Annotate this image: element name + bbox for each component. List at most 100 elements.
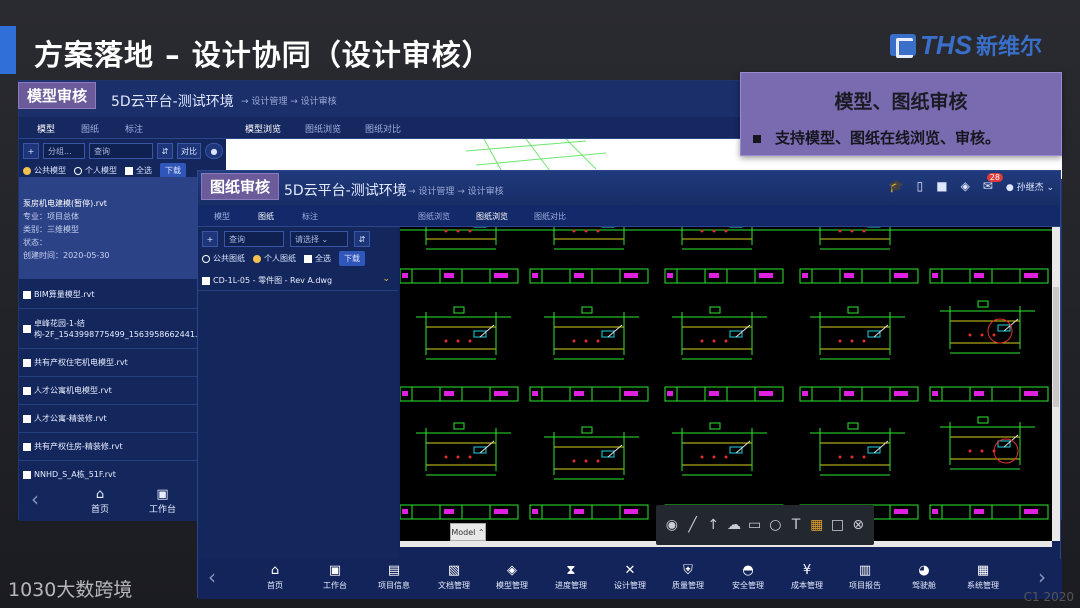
viewer-tab-drawing-compare[interactable]: 图纸对比 [534, 211, 566, 222]
cube-icon[interactable]: ◈ [961, 179, 970, 193]
cube-icon: ◈ [507, 563, 517, 578]
header-actions: 🎓 ▯ ■ ◈ ✉ 28 ● 孙继杰 ⌄ [889, 173, 1054, 193]
nav-models[interactable]: ◈ 模型管理 [487, 562, 537, 591]
document-icon: ▧ [447, 563, 461, 578]
review-callout: 模型、图纸审核 支持模型、图纸在线浏览、审核。 [740, 72, 1062, 156]
viewer-tab-model-browse[interactable]: 模型浏览 [245, 122, 281, 135]
markup-toolbar: ◉ ╱ ↑ ☁ ▭ ○ T ▦ □ ⊗ [656, 505, 874, 545]
logo-mark-icon [889, 34, 916, 58]
toggle-switch[interactable]: ● [205, 143, 223, 159]
logo-text: THS [919, 29, 972, 60]
cad-drawing-canvas [400, 227, 1052, 520]
color-palette-icon[interactable]: ▦ [809, 517, 825, 533]
nav-schedule[interactable]: ⧗ 进度管理 [546, 562, 596, 591]
cad-vertical-scrollbar[interactable] [1052, 227, 1060, 541]
video-icon[interactable]: ■ [936, 179, 947, 193]
drawing-file-item[interactable]: CD-1L-05 - 零件图 - Rev A.dwg ⌄ [198, 271, 398, 291]
prev-arrow-icon[interactable]: ‹ [208, 565, 216, 589]
chevron-down-icon[interactable]: ⌄ [382, 274, 390, 284]
notification-icon[interactable]: ✉ 28 [983, 173, 1003, 193]
mobile-icon[interactable]: ▯ [917, 179, 924, 193]
logo-cn: 新维尔 [975, 35, 1042, 60]
front-sidebar: + 查询 请选择 ⌄ ⇵ 公共图纸 个人图纸 全选 下载 CD-1L-05 - … [198, 227, 398, 559]
next-arrow-icon[interactable]: › [1038, 565, 1046, 589]
eye-icon[interactable]: ◉ [664, 517, 680, 533]
nav-workbench[interactable]: ▣ 工作台 [149, 487, 176, 515]
back-radio-row: 公共模型 个人模型 全选 下载 [23, 163, 186, 178]
graduation-icon[interactable]: 🎓 [889, 179, 904, 193]
home-icon: ⌂ [270, 563, 280, 578]
tab-markup[interactable]: 标注 [125, 122, 143, 135]
viewer-tab-model-browse[interactable]: 图纸浏览 [418, 211, 450, 222]
nav-project-info[interactable]: ▤ 项目信息 [369, 562, 419, 591]
nav-home[interactable]: ⌂ 首页 [91, 487, 109, 515]
tab-markup[interactable]: 标注 [302, 211, 318, 222]
report-icon: ▥ [858, 563, 872, 578]
radio-public-drawing[interactable]: 公共图纸 [202, 253, 245, 264]
close-circle-icon[interactable]: ⊗ [850, 517, 866, 533]
viewer-tab-drawing-browse[interactable]: 图纸浏览 [476, 211, 508, 222]
sort-button[interactable]: ⇵ [157, 143, 173, 159]
back-toolbar: + 分组... 查询 ⇵ 对比 ● [23, 143, 223, 159]
file-major: 专业：项目总体 [23, 212, 79, 221]
square-outline-icon[interactable]: □ [830, 517, 846, 533]
rectangle-icon[interactable]: ▭ [747, 517, 763, 533]
circle-icon[interactable]: ○ [768, 517, 784, 533]
watermark: 1030大数跨境 [8, 579, 133, 601]
radio-personal-model[interactable]: 个人模型 [74, 165, 117, 176]
tab-model[interactable]: 模型 [37, 122, 55, 135]
model-review-label: 模型审核 [18, 82, 97, 109]
viewer-tab-drawing-browse[interactable]: 图纸浏览 [305, 122, 341, 135]
add-button[interactable]: + [23, 143, 39, 159]
cloud-icon[interactable]: ☁ [726, 517, 742, 533]
drawing-review-panel: 5D云平台-测试环境 → 设计管理 → 设计审核 🎓 ▯ ■ ◈ ✉ 28 ● 孙… [197, 170, 1062, 599]
company-logo: THS 新维尔 [889, 29, 1042, 60]
download-button[interactable]: 下载 [339, 251, 365, 266]
nav-cost[interactable]: ¥ 成本管理 [782, 562, 832, 591]
tab-drawing[interactable]: 图纸 [258, 211, 274, 222]
group-select[interactable]: 分组... [43, 143, 85, 159]
nav-cockpit[interactable]: ◕ 驾驶舱 [899, 562, 949, 591]
front-app-title: 5D云平台-测试环境 [284, 183, 407, 199]
front-breadcrumb: → 设计管理 → 设计审核 [408, 187, 504, 197]
nav-workbench[interactable]: ▣ 工作台 [310, 562, 360, 591]
cad-viewer[interactable] [400, 227, 1052, 541]
back-arrow-icon[interactable]: ‹ [31, 487, 39, 511]
compare-button[interactable]: 对比 [177, 143, 201, 159]
nav-home[interactable]: ⌂ 首页 [250, 562, 300, 591]
helmet-icon: ◓ [742, 563, 754, 578]
money-icon: ¥ [802, 563, 812, 578]
hourglass-icon: ⧗ [566, 563, 576, 578]
tab-drawing[interactable]: 图纸 [81, 122, 99, 135]
nav-design[interactable]: ✕ 设计管理 [605, 562, 655, 591]
nav-quality[interactable]: ⛨ 质量管理 [663, 562, 713, 591]
add-button[interactable]: + [202, 231, 218, 247]
user-menu[interactable]: ● 孙继杰 ⌄ [1006, 180, 1054, 193]
nav-report[interactable]: ▥ 项目报告 [840, 562, 890, 591]
download-button[interactable]: 下载 [160, 163, 186, 178]
model-layout-tab[interactable]: Model ⌃ [450, 523, 486, 541]
slide-title: 方案落地 – 设计协同（设计审核） [34, 38, 492, 72]
nav-documents[interactable]: ▧ 文档管理 [429, 562, 479, 591]
tab-model[interactable]: 模型 [214, 211, 230, 222]
viewer-tab-drawing-compare[interactable]: 图纸对比 [365, 122, 401, 135]
file-type: 类别：三维模型 [23, 225, 79, 234]
search-input[interactable]: 查询 [89, 143, 153, 159]
select-all-checkbox[interactable]: 全选 [125, 165, 152, 176]
nav-safety[interactable]: ◓ 安全管理 [723, 562, 773, 591]
line-icon[interactable]: ╱ [685, 517, 701, 533]
select-all-checkbox[interactable]: 全选 [304, 253, 331, 264]
search-input[interactable]: 查询 [224, 231, 284, 247]
clipboard-icon: ▣ [328, 563, 342, 578]
nav-system[interactable]: ▦ 系统管理 [958, 562, 1008, 591]
radio-public-model[interactable]: 公共模型 [23, 165, 66, 176]
text-icon[interactable]: T [788, 517, 804, 533]
sort-button[interactable]: ⇵ [354, 231, 370, 247]
front-radio-row: 公共图纸 个人图纸 全选 下载 [202, 251, 365, 266]
arrow-up-icon[interactable]: ↑ [705, 517, 721, 533]
shield-icon: ⛨ [683, 563, 693, 578]
callout-title: 模型、图纸审核 [834, 91, 968, 113]
radio-personal-drawing[interactable]: 个人图纸 [253, 253, 296, 264]
back-app-title: 5D云平台-测试环境 [111, 94, 234, 110]
category-select[interactable]: 请选择 ⌄ [290, 231, 348, 247]
